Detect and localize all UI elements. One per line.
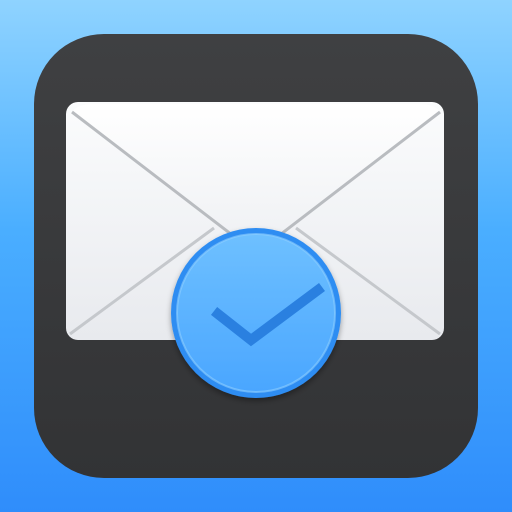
badge — [171, 228, 341, 398]
app-icon[interactable] — [0, 0, 512, 512]
